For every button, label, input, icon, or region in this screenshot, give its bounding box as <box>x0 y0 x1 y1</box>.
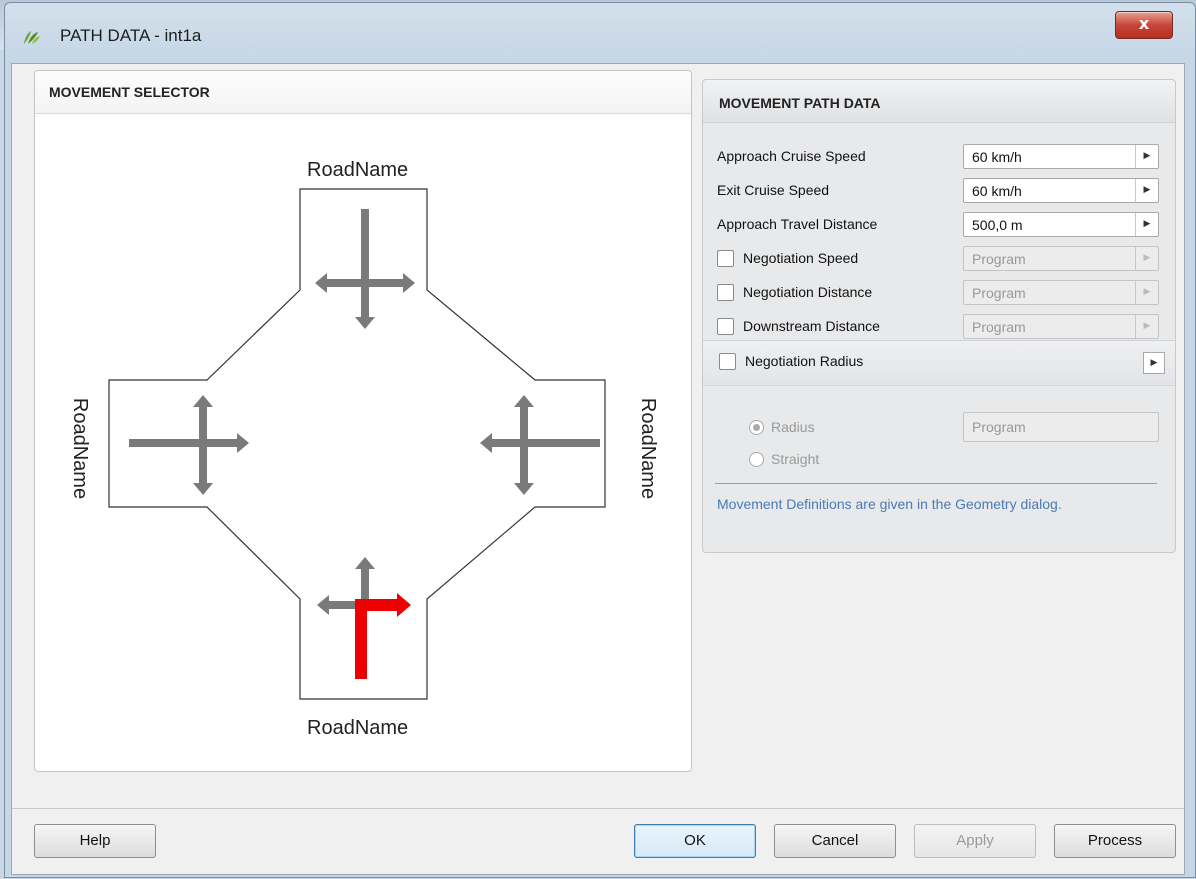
geometry-note: Movement Definitions are given in the Ge… <box>717 496 1062 512</box>
negotiation-speed-label: Negotiation Speed <box>743 250 859 266</box>
expand-arrow-icon[interactable]: ▶ <box>1135 213 1158 236</box>
downstream-distance-label: Downstream Distance <box>743 318 880 334</box>
dialog-client-area: MOVEMENT SELECTOR RoadName RoadName Road… <box>11 63 1185 875</box>
approach-cruise-speed-value: 60 km/h <box>972 149 1022 165</box>
movement-path-data-panel: MOVEMENT PATH DATA Approach Cruise Speed… <box>702 79 1176 553</box>
approach-travel-distance-field[interactable]: 500,0 m ▶ <box>963 212 1159 237</box>
approach-travel-distance-value: 500,0 m <box>972 217 1023 233</box>
exit-cruise-speed-label: Exit Cruise Speed <box>717 182 830 198</box>
straight-radio-label: Straight <box>771 451 820 467</box>
app-leaf-icon <box>24 31 40 44</box>
downstream-distance-row: Downstream Distance Program ▶ <box>717 314 1163 340</box>
radius-radio[interactable] <box>749 420 764 435</box>
approach-travel-distance-row: Approach Travel Distance 500,0 m ▶ <box>717 212 1163 238</box>
process-button[interactable]: Process <box>1054 824 1176 858</box>
movement-path-data-header: MOVEMENT PATH DATA <box>703 80 1175 123</box>
approach-cruise-speed-field[interactable]: 60 km/h ▶ <box>963 144 1159 169</box>
negotiation-radius-section: Negotiation Radius ▶ <box>703 340 1175 386</box>
straight-radio[interactable] <box>749 452 764 467</box>
ok-button[interactable]: OK <box>634 824 756 858</box>
approach-cruise-speed-label: Approach Cruise Speed <box>717 148 866 164</box>
negotiation-distance-row: Negotiation Distance Program ▶ <box>717 280 1163 306</box>
radius-value: Program <box>972 419 1026 435</box>
expand-arrow-icon: ▶ <box>1135 315 1158 338</box>
movement-selector-panel: MOVEMENT SELECTOR RoadName RoadName Road… <box>34 70 692 772</box>
expand-arrow-icon: ▶ <box>1135 281 1158 304</box>
intersection-diagram <box>108 188 606 700</box>
negotiation-radius-label: Negotiation Radius <box>745 353 864 369</box>
expand-arrow-icon: ▶ <box>1135 247 1158 270</box>
expand-arrow-icon[interactable]: ▶ <box>1135 145 1158 168</box>
negotiation-distance-value: Program <box>972 285 1026 301</box>
negotiation-speed-field: Program ▶ <box>963 246 1159 271</box>
negotiation-distance-label: Negotiation Distance <box>743 284 873 300</box>
cancel-button[interactable]: Cancel <box>774 824 896 858</box>
road-label-north: RoadName <box>307 159 409 181</box>
movement-selector-header: MOVEMENT SELECTOR <box>35 71 691 114</box>
close-button[interactable]: x <box>1115 11 1173 39</box>
approach-cruise-speed-row: Approach Cruise Speed 60 km/h ▶ <box>717 144 1163 170</box>
apply-button: Apply <box>914 824 1036 858</box>
exit-cruise-speed-row: Exit Cruise Speed 60 km/h ▶ <box>717 178 1163 204</box>
approach-travel-distance-label: Approach Travel Distance <box>717 216 878 232</box>
negotiation-speed-row: Negotiation Speed Program ▶ <box>717 246 1163 272</box>
downstream-distance-field: Program ▶ <box>963 314 1159 339</box>
negotiation-distance-checkbox[interactable] <box>717 284 734 301</box>
divider <box>715 483 1157 484</box>
road-label-east: RoadName <box>637 397 660 500</box>
window-title: PATH DATA - int1a <box>60 26 202 45</box>
downstream-distance-checkbox[interactable] <box>717 318 734 335</box>
selected-right-turn-movement <box>355 601 367 679</box>
negotiation-radius-expand-icon[interactable]: ▶ <box>1143 352 1165 374</box>
negotiation-radius-checkbox[interactable] <box>719 353 736 370</box>
expand-arrow-icon[interactable]: ▶ <box>1135 179 1158 202</box>
negotiation-speed-checkbox[interactable] <box>717 250 734 267</box>
road-label-west: RoadName <box>69 397 92 500</box>
help-button[interactable]: Help <box>34 824 156 858</box>
negotiation-speed-value: Program <box>972 251 1026 267</box>
exit-cruise-speed-field[interactable]: 60 km/h ▶ <box>963 178 1159 203</box>
downstream-distance-value: Program <box>972 319 1026 335</box>
exit-cruise-speed-value: 60 km/h <box>972 183 1022 199</box>
radius-radio-label: Radius <box>771 419 815 435</box>
radius-value-field: Program <box>963 412 1159 442</box>
footer-divider <box>12 808 1184 809</box>
path-data-dialog: PATH DATA - int1a x MOVEMENT SELECTOR Ro… <box>4 2 1196 878</box>
title-bar[interactable]: PATH DATA - int1a x <box>5 3 1195 63</box>
road-label-south: RoadName <box>307 717 409 739</box>
negotiation-distance-field: Program ▶ <box>963 280 1159 305</box>
